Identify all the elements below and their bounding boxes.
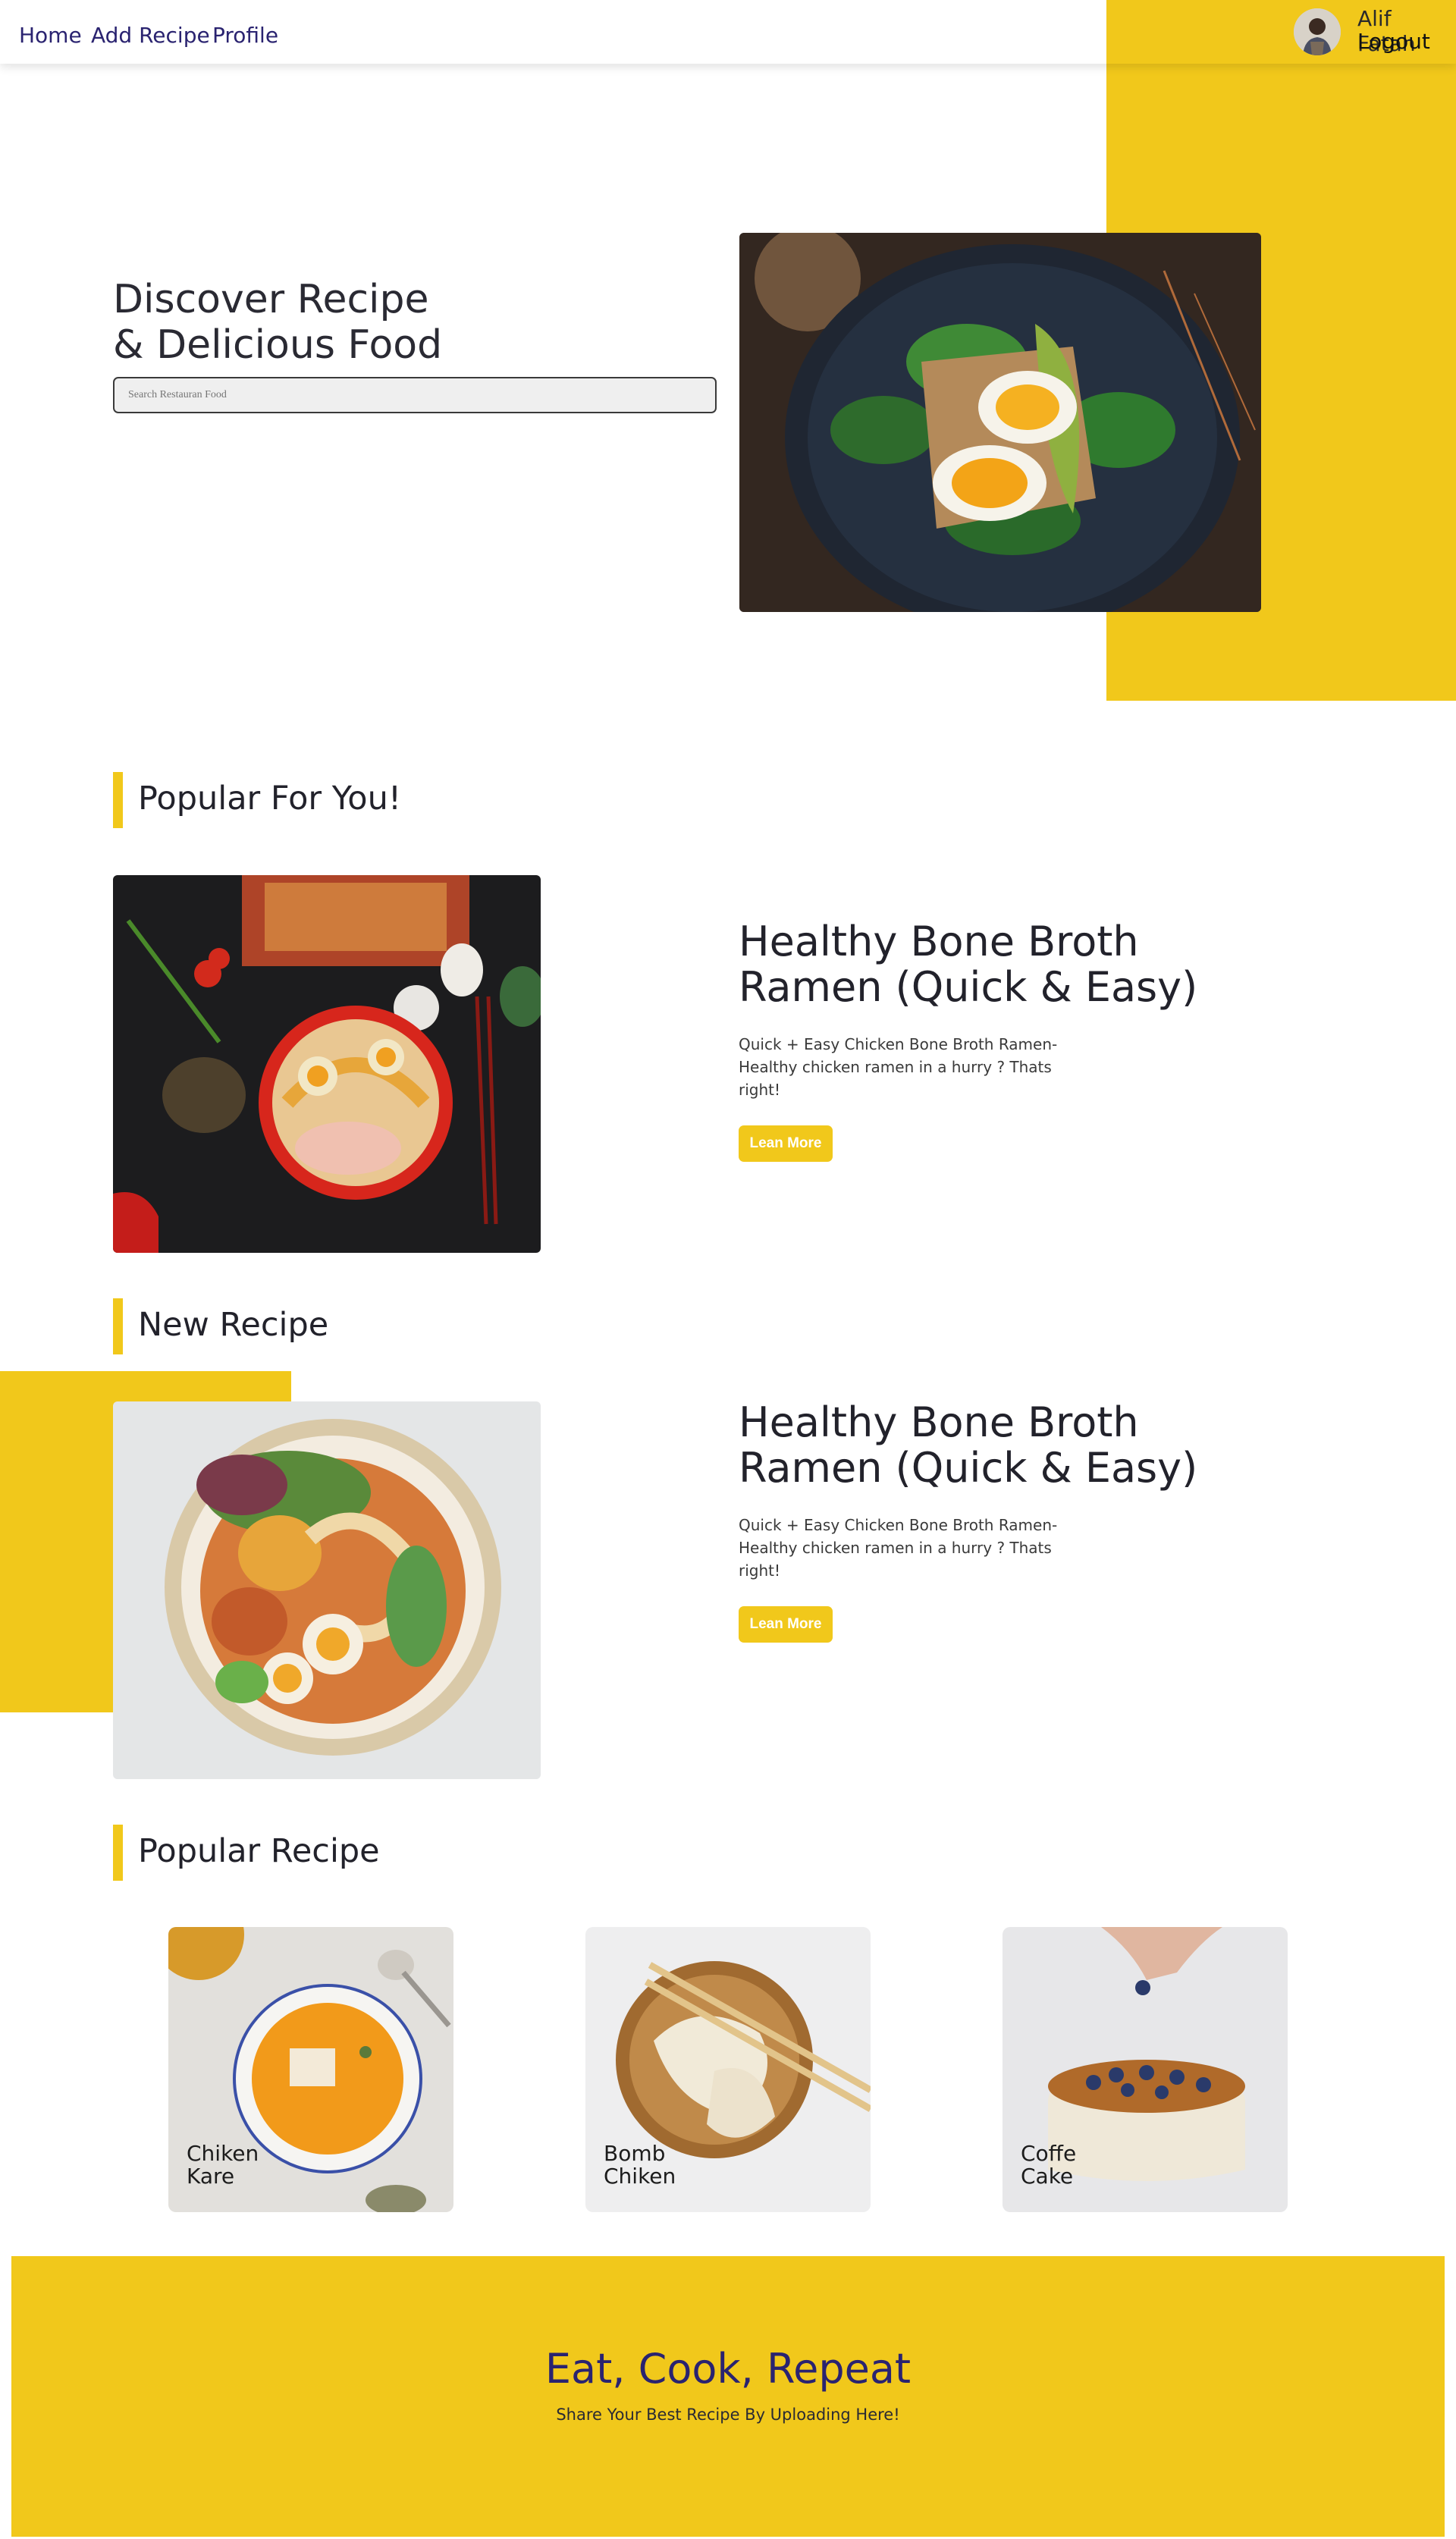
recipe-card-coffe-cake[interactable]: Coffe Cake — [1003, 1927, 1288, 2212]
hero-title: Discover Recipe & Delicious Food — [113, 277, 568, 368]
nav-profile-link[interactable]: Profile — [212, 23, 278, 48]
card-label-line2: Chiken — [604, 2164, 676, 2189]
new-recipe-title: Healthy Bone Broth Ramen (Quick & Easy) — [739, 1400, 1224, 1491]
popular-recipe-heading: Popular Recipe — [138, 1832, 380, 1870]
popular-recipe-description: Quick + Easy Chicken Bone Broth Ramen- H… — [739, 1035, 1058, 1099]
card-label: Chiken Kare — [187, 2142, 293, 2188]
new-recipe-accent-bar — [113, 1298, 123, 1354]
card-label-line1: Chiken — [187, 2141, 259, 2166]
new-recipe-heading: New Recipe — [138, 1306, 329, 1344]
popular-recipe-title-line2: Ramen (Quick & Easy) — [739, 963, 1198, 1011]
hero-title-line1: Discover Recipe — [113, 277, 429, 322]
card-label-line1: Coffe — [1021, 2141, 1077, 2166]
popular-recipe-accent-bar — [113, 1825, 123, 1881]
card-label-line2: Kare — [187, 2164, 235, 2189]
new-recipe-title-line2: Ramen (Quick & Easy) — [739, 1444, 1198, 1492]
popular-for-you-heading: Popular For You! — [138, 780, 402, 818]
avatar[interactable] — [1294, 8, 1341, 55]
popular-learn-more-button[interactable]: Lean More — [739, 1125, 833, 1162]
card-label: Bomb Chiken — [604, 2142, 710, 2188]
recipe-card-bomb-chiken[interactable]: Bomb Chiken — [585, 1927, 871, 2212]
new-recipe-learn-more-button[interactable]: Lean More — [739, 1606, 833, 1643]
hero-food-image — [739, 233, 1261, 612]
search-input[interactable] — [113, 377, 717, 413]
footer-banner — [11, 2256, 1445, 2537]
card-label-line2: Cake — [1021, 2164, 1074, 2189]
footer-title: Eat, Cook, Repeat — [544, 2345, 912, 2393]
hero-title-line2: & Delicious Food — [113, 322, 443, 368]
new-recipe-description: Quick + Easy Chicken Bone Broth Ramen- H… — [739, 1516, 1058, 1580]
recipe-card-chiken-kare[interactable]: Chiken Kare — [168, 1927, 453, 2212]
popular-recipe-title-line1: Healthy Bone Broth — [739, 918, 1139, 965]
popular-recipe-title: Healthy Bone Broth Ramen (Quick & Easy) — [739, 919, 1224, 1010]
footer-subtitle: Share Your Best Recipe By Uploading Here… — [556, 2406, 900, 2424]
card-label-line1: Bomb — [604, 2141, 666, 2166]
popular-for-you-accent-bar — [113, 772, 123, 828]
new-recipe-image — [113, 1401, 541, 1779]
navbar: Home Add Recipe Profile Alif Fatah Logou… — [0, 0, 1456, 64]
nav-add-recipe-link[interactable]: Add Recipe — [91, 23, 210, 48]
card-label: Coffe Cake — [1021, 2142, 1127, 2188]
new-recipe-title-line1: Healthy Bone Broth — [739, 1398, 1139, 1446]
logout-button[interactable]: Logout — [1357, 29, 1430, 54]
ramen-image — [113, 875, 541, 1253]
nav-home-link[interactable]: Home — [19, 23, 82, 48]
